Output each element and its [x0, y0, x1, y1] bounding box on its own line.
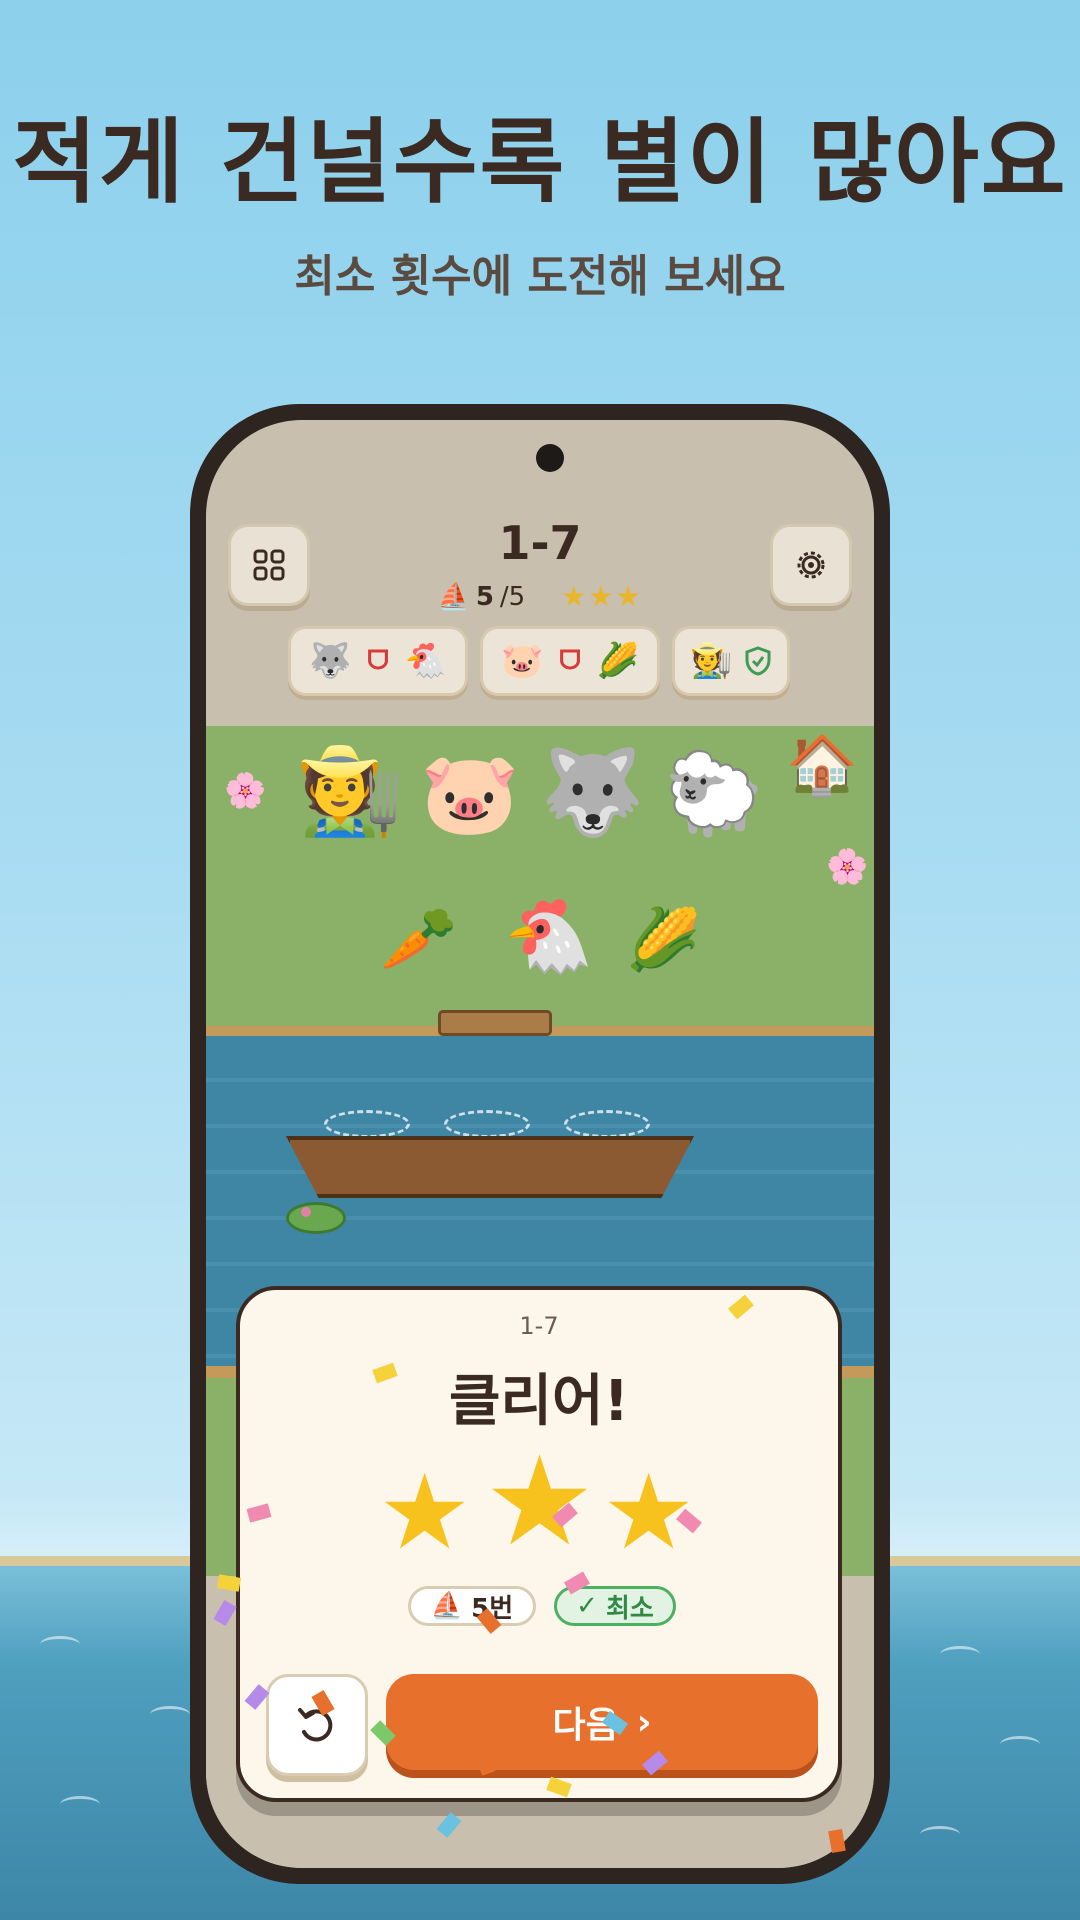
boat[interactable]: [286, 1136, 694, 1198]
boat-seat-slot[interactable]: [564, 1110, 650, 1138]
wave-decor: [60, 1796, 100, 1813]
flower-decor: 🌸: [224, 771, 267, 811]
rule-card-farmer: 🧑‍🌾: [672, 626, 790, 696]
result-star-2: ★: [484, 1430, 596, 1574]
level-stars: ★★★: [561, 580, 643, 613]
boat-seat-slot[interactable]: [444, 1110, 530, 1138]
clear-result-dialog: 1-7 클리어! ★ ★ ★ ⛵ 5번 ✓ 최소 다음 ›: [236, 1286, 842, 1802]
mouth-icon: ᗜ: [367, 645, 389, 676]
camera-hole: [536, 444, 564, 472]
corn-character[interactable]: 🌽: [626, 910, 701, 970]
rule-card-pig-corn: 🐷 ᗜ 🌽: [480, 626, 660, 696]
boat-seat-slot[interactable]: [324, 1110, 410, 1138]
carrot-character[interactable]: 🥕: [380, 908, 457, 970]
retry-button[interactable]: [266, 1674, 368, 1776]
phone-frame: 1-7 ⛵ 5 /5 ★★★ 🐺 ᗜ 🐔 🐷 ᗜ 🌽 🧑‍🌾: [190, 404, 890, 1884]
dock: [438, 1010, 552, 1036]
dialog-title: 클리어!: [448, 1369, 630, 1434]
corn-icon: 🌽: [596, 641, 640, 681]
wolf-icon: 🐺: [308, 641, 352, 681]
chicken-icon: 🐔: [404, 641, 448, 681]
check-icon: ✓: [576, 1591, 598, 1621]
flower-decor: 🌸: [826, 847, 869, 887]
promo-subline: 최소 횟수에 도전해 보세요: [294, 251, 786, 302]
chicken-character[interactable]: 🐔: [504, 900, 594, 972]
house-icon: 🏠: [786, 731, 859, 799]
mouth-icon: ᗜ: [559, 645, 581, 676]
settings-button[interactable]: [770, 524, 852, 606]
gear-icon: [797, 551, 825, 579]
rule-card-wolf-chicken: 🐺 ᗜ 🐔: [288, 626, 468, 696]
dialog-level-label: 1-7: [519, 1312, 559, 1340]
wave-decor: [40, 1636, 80, 1653]
minimum-label: 최소: [605, 1593, 654, 1624]
boat-icon: ⛵: [437, 581, 470, 612]
wave-decor: [1000, 1736, 1040, 1753]
wave-decor: [920, 1826, 960, 1843]
boat-icon: ⛵: [430, 1591, 464, 1621]
result-star-1: ★: [378, 1451, 472, 1573]
game-screen: 1-7 ⛵ 5 /5 ★★★ 🐺 ᗜ 🐔 🐷 ᗜ 🌽 🧑‍🌾: [206, 420, 874, 1868]
wolf-character[interactable]: 🐺: [540, 750, 645, 834]
shield-icon: [745, 646, 771, 676]
moves-limit: /5: [499, 581, 526, 612]
chevron-right-icon: ›: [636, 1701, 652, 1743]
promo-headline: 적게 건널수록 별이 많아요: [12, 109, 1068, 216]
farmer-character[interactable]: 🧑‍🌾: [296, 748, 403, 834]
farmer-icon: 🧑‍🌾: [690, 641, 733, 681]
moves-current: 5: [475, 581, 494, 612]
sheep-character[interactable]: 🐑: [664, 754, 764, 834]
wave-decor: [150, 1706, 190, 1723]
lily-pad-decor: [286, 1202, 346, 1234]
pig-character[interactable]: 🐷: [420, 754, 520, 834]
moves-used-badge: ⛵ 5번: [408, 1586, 536, 1626]
wave-decor: [940, 1646, 980, 1663]
pig-icon: 🐷: [500, 641, 544, 681]
